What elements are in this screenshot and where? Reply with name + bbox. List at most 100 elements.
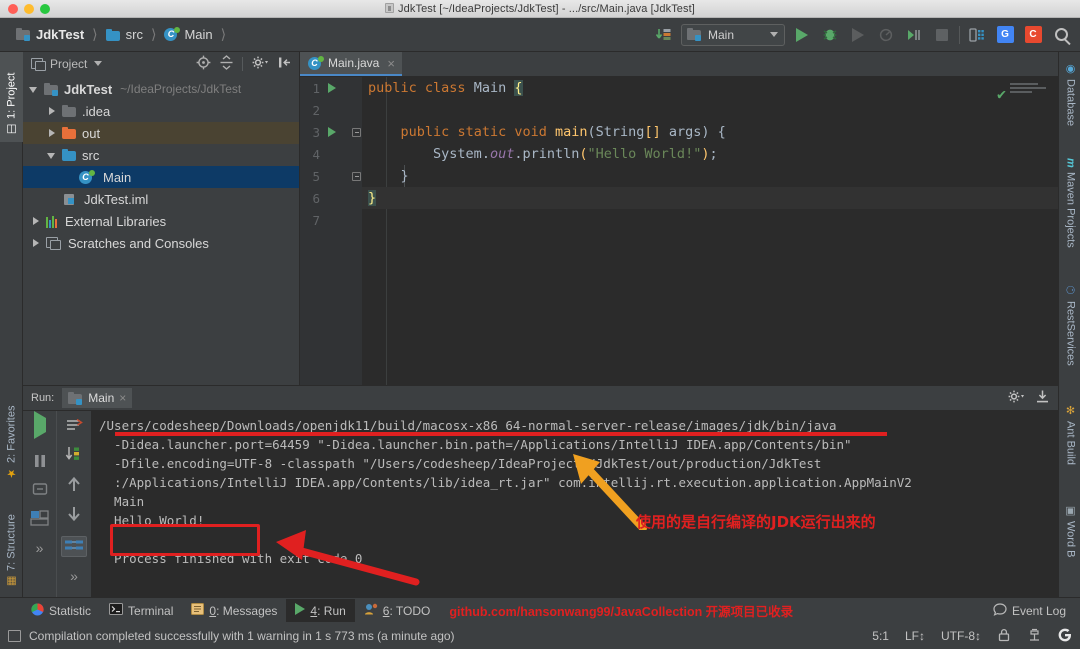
chevron-down-icon[interactable] xyxy=(94,61,102,66)
tree-node-src[interactable]: src xyxy=(23,144,299,166)
breadcrumb-item-project[interactable]: JdkTest xyxy=(12,25,88,44)
breadcrumb-item-main[interactable]: C Main xyxy=(160,25,216,44)
annotation-underline-jdk-path xyxy=(115,432,887,436)
collapse-all-icon[interactable] xyxy=(219,55,234,73)
close-icon[interactable]: × xyxy=(387,56,395,71)
status-tab-messages[interactable]: 0: Messages xyxy=(182,599,286,622)
run-window-label: Run: xyxy=(31,392,54,404)
google-icon[interactable] xyxy=(1058,628,1072,645)
line-number: 2 xyxy=(300,103,320,118)
tree-node-scratches-and-consoles[interactable]: Scratches and Consoles xyxy=(23,232,299,254)
sidebar-item-database[interactable]: ◉ Database xyxy=(1059,56,1080,144)
tree-node-external-libraries[interactable]: External Libraries xyxy=(23,210,299,232)
tree-node-jdktest[interactable]: JdkTest ~/IdeaProjects/JdkTest xyxy=(23,78,299,100)
background-tasks-icon[interactable] xyxy=(8,630,21,642)
locate-icon[interactable] xyxy=(196,55,211,73)
event-log-button[interactable]: Event Log xyxy=(984,599,1080,623)
chevron-right-icon[interactable] xyxy=(47,128,57,138)
fold-icon[interactable] xyxy=(352,128,361,137)
up-stacktrace-icon[interactable] xyxy=(67,476,81,495)
sidebar-item-restservices[interactable]: ⚆ RestServices xyxy=(1059,278,1080,388)
promo-link[interactable]: github.com/hansonwang99/JavaCollection 开… xyxy=(449,601,793,620)
down-stacktrace-icon[interactable] xyxy=(67,506,81,525)
database-icon: ◉ xyxy=(1064,62,1077,75)
run-config-icon xyxy=(687,28,702,41)
editor-tabs: C Main.java × xyxy=(300,52,1058,77)
inspection-ok-icon[interactable]: ✔ xyxy=(997,85,1006,103)
project-tool-window: Project Jd xyxy=(23,52,300,385)
caret-position[interactable]: 5:1 xyxy=(872,629,889,643)
settings-icon[interactable] xyxy=(1007,389,1025,407)
editor-gutter[interactable]: 1 2 3 4 5 6 7 xyxy=(300,77,362,385)
tree-node-label: JdkTest xyxy=(64,82,112,97)
gutter-line: 3 xyxy=(300,121,362,143)
code-editor[interactable]: 1 2 3 4 5 6 7 public class Main { public… xyxy=(300,77,1058,385)
settings-icon[interactable] xyxy=(251,55,269,73)
sidebar-item-project[interactable]: ◫ 1: Project xyxy=(0,52,23,142)
chevron-right-icon[interactable] xyxy=(31,216,41,226)
run-button[interactable] xyxy=(791,24,813,46)
print-icon[interactable] xyxy=(61,536,87,557)
tab-main-java[interactable]: C Main.java × xyxy=(300,52,402,76)
search-everywhere-icon[interactable] xyxy=(1050,24,1072,46)
chevron-down-icon[interactable] xyxy=(47,150,57,160)
tree-node-jdktest-iml[interactable]: JdkTest.iml xyxy=(23,188,299,210)
rerun-button[interactable] xyxy=(34,418,46,432)
gutter-line: 1 xyxy=(300,77,362,99)
run-config-icon xyxy=(68,392,83,405)
inspection-level-icon[interactable] xyxy=(1027,628,1042,645)
status-tab-terminal[interactable]: Terminal xyxy=(100,599,182,622)
tree-node-idea[interactable]: .idea xyxy=(23,100,299,122)
breadcrumb-item-src[interactable]: src xyxy=(102,25,147,44)
messages-icon xyxy=(191,603,204,618)
run-gutter-icon[interactable] xyxy=(326,82,338,94)
hide-window-icon[interactable] xyxy=(1035,389,1050,407)
code-line-4: System.out.println("Hello World!"); xyxy=(362,143,1058,165)
debug-button[interactable] xyxy=(819,24,841,46)
tab-label: Main.java xyxy=(328,56,379,70)
run-with-coverage-button[interactable] xyxy=(847,24,869,46)
more-actions-button[interactable]: » xyxy=(70,568,78,584)
sidebar-item-structure[interactable]: ▦ 7: Structure xyxy=(0,492,23,594)
device-manager-icon[interactable] xyxy=(966,24,988,46)
google-translate-icon[interactable]: G xyxy=(994,24,1016,46)
sidebar-item-ant-build[interactable]: ✻ Ant Build xyxy=(1059,398,1080,484)
run-gutter-icon[interactable] xyxy=(326,126,338,138)
scroll-to-end-icon[interactable] xyxy=(65,446,83,465)
more-actions-button[interactable]: » xyxy=(36,540,44,556)
run-tab-main[interactable]: Main × xyxy=(62,388,132,408)
read-only-icon[interactable] xyxy=(997,628,1011,645)
encoding-selector[interactable]: UTF-8↕ xyxy=(941,629,981,643)
sidebar-item-label: Word B xyxy=(1065,521,1077,557)
sidebar-item-favorites[interactable]: ★ 2: Favorites xyxy=(0,382,23,486)
update-project-icon[interactable] xyxy=(653,24,675,46)
profile-button[interactable] xyxy=(875,24,897,46)
close-icon[interactable]: × xyxy=(119,391,126,405)
status-bar: Compilation completed successfully with … xyxy=(0,623,1080,649)
status-tab-statistic[interactable]: Statistic xyxy=(22,599,100,623)
layout-settings-button[interactable] xyxy=(30,510,50,529)
status-tab-run[interactable]: 4: Run xyxy=(286,599,354,622)
run-configuration-selector[interactable]: Main xyxy=(681,24,785,46)
fold-icon[interactable] xyxy=(352,172,361,181)
chevron-right-icon[interactable] xyxy=(47,106,57,116)
breadcrumb-label: Main xyxy=(184,27,212,42)
line-separator-selector[interactable]: LF↕ xyxy=(905,629,925,643)
stop-button[interactable] xyxy=(931,24,953,46)
code-lines[interactable]: public class Main { public static void m… xyxy=(362,77,1058,385)
sidebar-item-maven-projects[interactable]: m Maven Projects xyxy=(1059,152,1080,268)
translation-icon[interactable]: C xyxy=(1022,24,1044,46)
attach-profiler-button[interactable] xyxy=(903,24,925,46)
dump-threads-button[interactable] xyxy=(32,482,48,499)
chevron-right-icon[interactable] xyxy=(31,238,41,248)
tree-node-main[interactable]: C Main xyxy=(23,166,299,188)
soft-wrap-icon[interactable] xyxy=(65,418,83,435)
tree-node-out[interactable]: out xyxy=(23,122,299,144)
status-tab-todo[interactable]: 6: TODO xyxy=(355,599,440,622)
pause-button[interactable] xyxy=(33,454,47,471)
hide-icon[interactable] xyxy=(277,55,292,73)
chevron-down-icon[interactable] xyxy=(29,84,39,94)
editor-minimap[interactable] xyxy=(1010,83,1052,101)
sidebar-item-label: 7: Structure xyxy=(6,514,18,571)
sidebar-item-word-b[interactable]: ▣ Word B xyxy=(1059,498,1080,576)
